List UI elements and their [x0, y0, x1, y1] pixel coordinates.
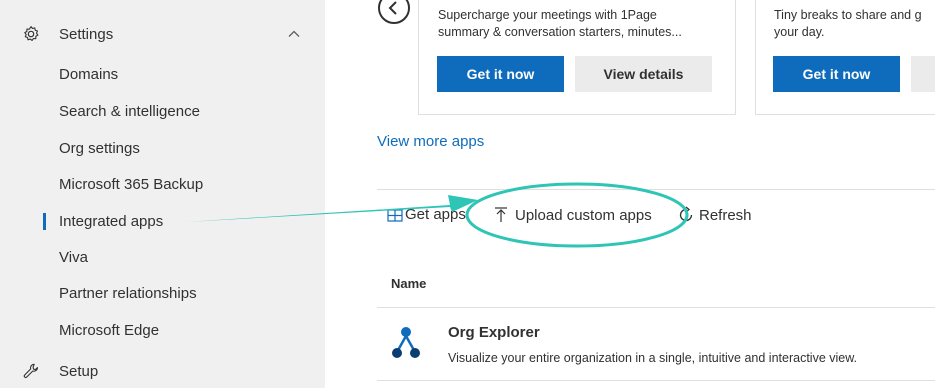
gear-icon: [24, 26, 39, 42]
get-it-now-button[interactable]: Get it now: [773, 56, 900, 92]
get-apps-button[interactable]: Get apps: [387, 206, 466, 223]
upload-icon: [495, 207, 507, 222]
sidebar-item-label: Microsoft 365 Backup: [59, 175, 204, 193]
divider: [377, 189, 935, 190]
view-more-apps-link[interactable]: View more apps: [377, 133, 484, 150]
upload-custom-apps-button[interactable]: Upload custom apps: [493, 206, 652, 224]
sidebar: Settings Domains Search & intelligence O…: [0, 0, 325, 388]
nav-setup-label: Setup: [59, 362, 99, 380]
sidebar-item-m365-backup[interactable]: Microsoft 365 Backup: [0, 167, 325, 201]
sidebar-item-label: Search & intelligence: [59, 102, 200, 120]
nav-settings-label: Settings: [59, 25, 114, 43]
sidebar-item-org-settings[interactable]: Org settings: [0, 131, 325, 165]
wrench-icon: [23, 363, 39, 378]
org-chart-icon: [392, 327, 420, 358]
app-card-1page: Supercharge your meetings with 1Page sum…: [418, 0, 736, 115]
card-description: Supercharge your meetings with 1Page sum…: [438, 8, 682, 39]
grid-icon: [387, 208, 403, 222]
upload-custom-apps-label: Upload custom apps: [515, 206, 652, 224]
sidebar-item-integrated-apps[interactable]: Integrated apps: [0, 204, 325, 238]
active-indicator: [43, 213, 46, 230]
sidebar-item-search-intelligence[interactable]: Search & intelligence: [0, 94, 325, 128]
sidebar-item-domains[interactable]: Domains: [0, 57, 325, 91]
refresh-icon: [679, 206, 693, 222]
app-name-link[interactable]: Org Explorer: [448, 324, 540, 341]
column-header-name[interactable]: Name: [391, 276, 426, 291]
carousel-prev-button[interactable]: [378, 0, 410, 24]
main-content: Supercharge your meetings with 1Page sum…: [325, 0, 935, 388]
sidebar-item-microsoft-edge[interactable]: Microsoft Edge: [0, 313, 325, 347]
app-description: Visualize your entire organization in a …: [448, 351, 858, 365]
app-card-tiny-breaks: Tiny breaks to share and g your day. Get…: [755, 0, 935, 115]
sidebar-item-partner-relationships[interactable]: Partner relationships: [0, 276, 325, 310]
chevron-up-icon[interactable]: [287, 27, 301, 41]
nav-settings[interactable]: Settings: [0, 17, 325, 51]
sidebar-item-label: Partner relationships: [59, 284, 197, 302]
refresh-button[interactable]: Refresh: [677, 206, 752, 224]
card-description: Tiny breaks to share and g your day.: [774, 8, 922, 39]
get-it-now-button[interactable]: Get it now: [437, 56, 564, 92]
sidebar-item-label: Microsoft Edge: [59, 321, 160, 339]
chevron-left-icon: [388, 1, 397, 15]
sidebar-item-label: Integrated apps: [59, 212, 164, 230]
sidebar-item-label: Domains: [59, 65, 119, 83]
sidebar-item-label: Viva: [59, 248, 88, 266]
sidebar-item-viva[interactable]: Viva: [0, 240, 325, 274]
row-divider: [377, 380, 935, 381]
view-details-button[interactable]: View details: [575, 56, 712, 92]
row-divider: [377, 307, 935, 308]
refresh-label: Refresh: [699, 206, 752, 224]
nav-setup[interactable]: Setup: [0, 354, 325, 388]
sidebar-item-label: Org settings: [59, 139, 140, 157]
view-details-button[interactable]: [911, 56, 935, 92]
get-apps-label: Get apps: [405, 206, 466, 223]
